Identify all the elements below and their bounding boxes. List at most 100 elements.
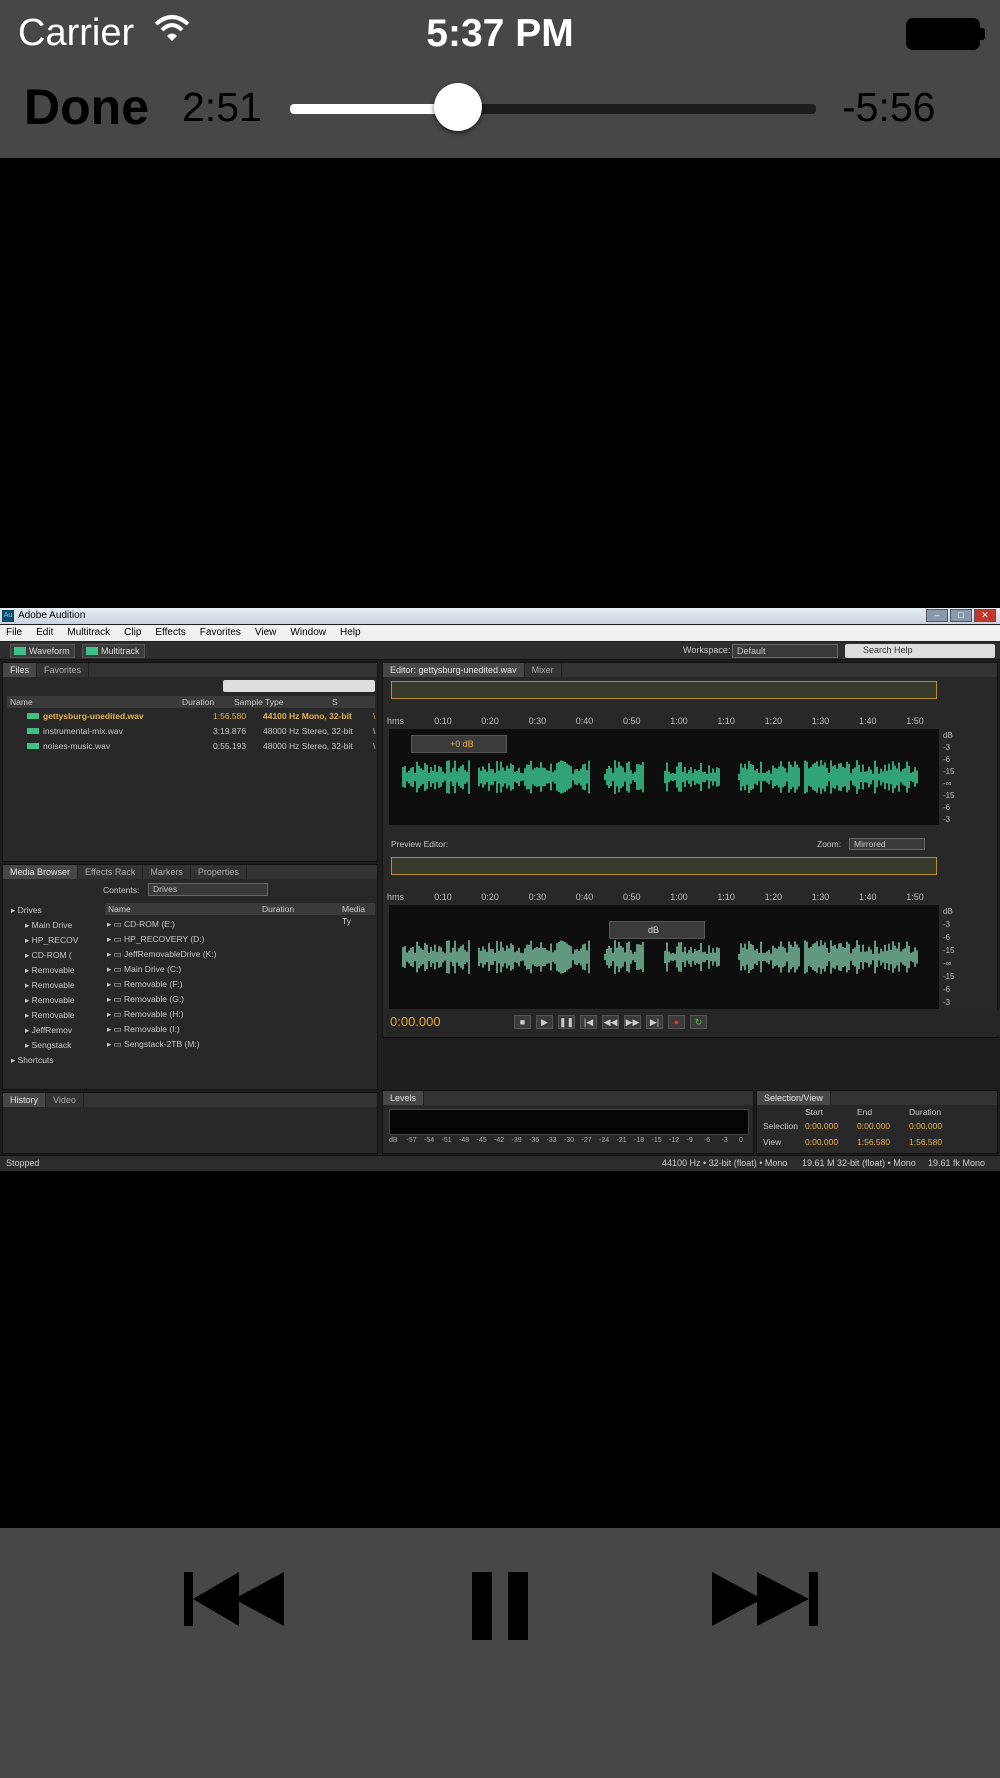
ruler-tick-label: 1:40 (859, 716, 877, 726)
gain-value: +0 dB (450, 739, 474, 749)
drive-list-item: ▸ ▭ HP_RECOVERY (D:) (107, 934, 205, 944)
db-tick-label: -6 (943, 933, 951, 942)
menu-bar: File Edit Multitrack Clip Effects Favorites Vi… (0, 625, 1000, 641)
pause-button[interactable] (470, 1572, 530, 1640)
video-player-screen: Carrier 5:37 PM Done 2:51 -5:56 Au Adobe… (0, 0, 1000, 1778)
status-format: 44100 Hz • 32-bit (float) • Mono (662, 1158, 788, 1168)
media-browser-panel: Media Browser Effects Rack Markers Properti… (2, 864, 378, 1090)
file-name: gettysburg-unedited.wav (43, 711, 144, 721)
ruler-tick-label: 0:20 (481, 892, 499, 902)
selection-end: 0:00.000 (857, 1121, 891, 1131)
ruler-tick-label: 0:10 (434, 716, 452, 726)
drive-list-item: ▸ ▭ Removable (G:) (107, 994, 185, 1004)
levels-tick-label: -36 (529, 1137, 540, 1144)
files-tab-1: Favorites (37, 663, 90, 677)
db-tick-label: -3 (943, 743, 951, 752)
drive-list-item: ▸ ▭ Removable (I:) (107, 1024, 180, 1034)
file-sample-type: 44100 Hz Mono, 32-bit (263, 711, 352, 721)
selection-header: Duration (909, 1107, 942, 1117)
levels-tick-label: -48 (459, 1137, 470, 1144)
workspace-label: Workspace: (683, 645, 731, 655)
db-tick-label: -3 (943, 815, 951, 824)
drive-list-item: ▸ ▭ Removable (H:) (107, 1009, 184, 1019)
files-search-field (223, 680, 375, 692)
media-tab-2: Markers (143, 865, 191, 879)
previous-track-button[interactable] (184, 1572, 290, 1626)
next-track-button[interactable] (712, 1572, 818, 1626)
drive-tree-item: ▸ Shortcuts (11, 1055, 54, 1065)
editor-tabs: Editor: gettysburg-unedited.wav Mixer (383, 663, 997, 677)
drive-tree-item: ▸ Removable (25, 1010, 75, 1020)
tab-video: Video (46, 1093, 84, 1107)
menu-item-edit: Edit (36, 627, 54, 638)
menu-item-multitrack: Multitrack (67, 627, 111, 638)
app-toolbar: Waveform Multitrack Workspace: Default S… (0, 642, 1000, 660)
levels-tick-label: -6 (704, 1137, 711, 1144)
editor-tab-1: Mixer (525, 663, 562, 677)
preview-editor-label: Preview Editor: (391, 839, 449, 849)
app-status-bar: Stopped 44100 Hz • 32-bit (float) • Mono… (0, 1155, 1000, 1171)
waveform-label: Waveform (29, 646, 70, 656)
levels-tick-label: -57 (406, 1137, 417, 1144)
playback-controls-bar (0, 1528, 1000, 1778)
contents-label: Contents: (103, 885, 140, 895)
media-tab-3: Properties (191, 865, 247, 879)
ruler-tick-label: 0:20 (481, 716, 499, 726)
multitrack-icon (86, 647, 98, 655)
drive-tree-item: ▸ Sengstack (25, 1040, 72, 1050)
levels-tick-label: -21 (616, 1137, 627, 1144)
db-tick-label: dB (943, 907, 953, 916)
drive-list-item: ▸ ▭ Main Drive (C:) (107, 964, 182, 974)
editor-time-ruler: hms 0:10 0:20 0:30 0:40 0:50 1:00 1:10 1:20 1:30 1… (387, 715, 947, 729)
remaining-time: -5:56 (842, 84, 936, 130)
files-column-header: S (329, 696, 375, 708)
clock-time: 5:37 PM (426, 12, 574, 55)
db-tick-label: dB (943, 731, 953, 740)
drive-tree-item: ▸ Drives (11, 905, 42, 915)
scrubber-thumb[interactable] (434, 83, 483, 131)
ruler-tick-label: 1:50 (906, 892, 924, 902)
elapsed-time: 2:51 (182, 84, 262, 130)
editor-overview-bar (391, 681, 937, 699)
tab-levels: Levels (383, 1091, 425, 1105)
ruler-tick-label: 1:00 (670, 716, 688, 726)
db-tick-label: -3 (943, 920, 951, 929)
ruler-tick-label: 1:20 (764, 892, 783, 902)
move-to-start-icon: |◀ (580, 1015, 597, 1029)
move-to-end-icon: ▶| (646, 1015, 663, 1029)
drive-list-item: ▸ ▭ CD-ROM (E:) (107, 919, 176, 929)
media-column-header: Name (105, 903, 259, 915)
ruler-tick-label: 0:50 (623, 716, 641, 726)
levels-scale: dB -57 -54 -51 -48 -45 -42 -39 -36 -33 -30 -27 -24 -2… (389, 1137, 749, 1147)
ruler-tick-label: 1:10 (717, 716, 735, 726)
editor-panel: Editor: gettysburg-unedited.wav Mixer hms… (382, 662, 998, 1038)
preview-gain-value: dB (648, 925, 660, 935)
db-tick-label: -6 (943, 755, 951, 764)
media-browser-tabs: Media Browser Effects Rack Markers Properti… (3, 865, 377, 879)
levels-tick-label: -54 (424, 1137, 435, 1144)
ruler-tick-label: 1:40 (859, 892, 877, 902)
selection-row-label: View (763, 1137, 782, 1147)
ruler-tick-label: hms (387, 892, 405, 902)
file-name: instrumental-mix.wav (43, 726, 123, 736)
play-icon: ▶ (536, 1015, 553, 1029)
done-button[interactable]: Done (24, 78, 149, 136)
menu-item-view: View (254, 627, 277, 638)
ruler-tick-label: 1:30 (811, 716, 830, 726)
window-controls: – □ ✕ (926, 609, 996, 622)
file-extra: \ (373, 741, 376, 751)
waveform-icon (14, 647, 26, 655)
file-extra: \ (373, 726, 376, 736)
menu-item-effects: Effects (155, 627, 186, 638)
selection-header: Start (805, 1107, 823, 1117)
drive-tree-item: ▸ Removable (25, 995, 75, 1005)
drive-list-item: ▸ ▭ Sengstack-2TB (M:) (107, 1039, 200, 1049)
preview-gain-hud: dB (609, 921, 705, 939)
levels-tick-label: -45 (476, 1137, 487, 1144)
levels-tick-label: -24 (599, 1137, 610, 1144)
ruler-tick-label: 0:40 (575, 892, 594, 902)
tab-history: History (3, 1093, 47, 1107)
ruler-tick-label: 1:00 (670, 892, 688, 902)
history-panel: History Video (2, 1092, 378, 1154)
levels-tick-label: dB (389, 1137, 398, 1144)
